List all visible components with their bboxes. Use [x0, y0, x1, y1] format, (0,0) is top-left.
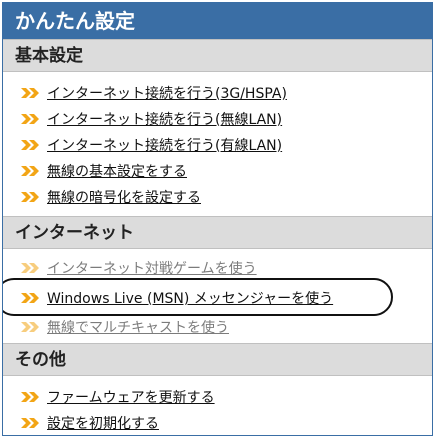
easy-setup-panel: かんたん設定 基本設定 インターネット接続を行う(3G/HSPA) インターネッ…: [2, 2, 433, 436]
double-chevron-right-icon: [21, 293, 39, 303]
double-chevron-right-icon: [21, 114, 39, 124]
double-chevron-right-icon: [21, 263, 39, 273]
link-label[interactable]: 無線でマルチキャストを使う: [47, 317, 229, 337]
link-label[interactable]: インターネット接続を行う(有線LAN): [47, 135, 282, 155]
link-firmware-update[interactable]: ファームウェアを更新する: [3, 384, 432, 410]
link-label[interactable]: インターネット接続を行う(3G/HSPA): [47, 83, 287, 103]
link-label[interactable]: Windows Live (MSN) メッセンジャーを使う: [47, 288, 333, 308]
double-chevron-right-icon: [21, 88, 39, 98]
link-label[interactable]: ファームウェアを更新する: [47, 387, 215, 407]
link-label[interactable]: 無線の基本設定をする: [47, 161, 187, 181]
section-header-other: その他: [3, 343, 432, 376]
double-chevron-right-icon: [21, 418, 39, 428]
link-factory-reset[interactable]: 設定を初期化する: [3, 410, 432, 435]
link-internet-3g-hspa[interactable]: インターネット接続を行う(3G/HSPA): [3, 80, 432, 106]
link-wireless-multicast[interactable]: 無線でマルチキャストを使う: [3, 317, 432, 337]
double-chevron-right-icon: [21, 166, 39, 176]
link-wireless-encryption[interactable]: 無線の暗号化を設定する: [3, 184, 432, 210]
double-chevron-right-icon: [21, 322, 39, 332]
link-label[interactable]: 設定を初期化する: [47, 413, 159, 433]
section-header-basic: 基本設定: [3, 39, 432, 72]
link-online-game[interactable]: インターネット対戦ゲームを使う: [3, 257, 432, 279]
panel-title: かんたん設定: [3, 3, 432, 39]
link-wireless-basic-settings[interactable]: 無線の基本設定をする: [3, 158, 432, 184]
double-chevron-right-icon: [21, 192, 39, 202]
internet-list: インターネット対戦ゲームを使う Windows Live (MSN) メッセンジ…: [3, 249, 432, 343]
double-chevron-right-icon: [21, 140, 39, 150]
double-chevron-right-icon: [21, 392, 39, 402]
other-list: ファームウェアを更新する 設定を初期化する: [3, 376, 432, 435]
link-windows-live-messenger[interactable]: Windows Live (MSN) メッセンジャーを使う: [3, 278, 432, 316]
link-internet-wireless-lan[interactable]: インターネット接続を行う(無線LAN): [3, 106, 432, 132]
section-header-internet: インターネット: [3, 216, 432, 249]
link-label[interactable]: インターネット対戦ゲームを使う: [47, 258, 257, 278]
link-label[interactable]: 無線の暗号化を設定する: [47, 187, 201, 207]
link-internet-wired-lan[interactable]: インターネット接続を行う(有線LAN): [3, 132, 432, 158]
link-label[interactable]: インターネット接続を行う(無線LAN): [47, 109, 282, 129]
basic-settings-list: インターネット接続を行う(3G/HSPA) インターネット接続を行う(無線LAN…: [3, 72, 432, 216]
